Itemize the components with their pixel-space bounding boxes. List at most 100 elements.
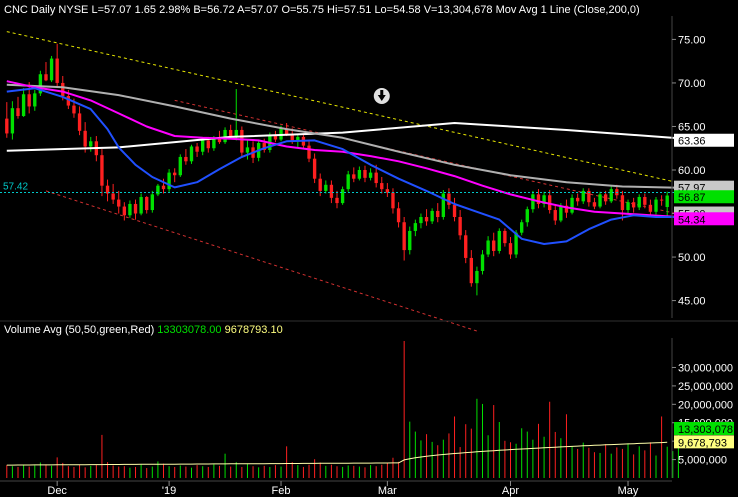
candle-body	[340, 189, 345, 204]
price-box-label: 63.36	[678, 136, 706, 148]
price-tick-label: 70.00	[678, 78, 706, 90]
x-tick-label: Apr	[502, 485, 519, 497]
candle-body	[559, 205, 563, 221]
volume-tick-label: 20,000,000	[678, 399, 733, 411]
volume-tick-label: 25,000,000	[678, 381, 733, 393]
candle-body	[620, 195, 625, 211]
candle-body	[89, 141, 93, 147]
candle-body	[553, 210, 557, 221]
candle-body	[492, 240, 496, 251]
volume: V=13,304,678	[424, 4, 493, 16]
candle-body	[44, 74, 48, 81]
ask: A=57.07	[237, 4, 278, 16]
candle-body	[419, 217, 423, 224]
candle-body	[77, 113, 82, 131]
volume-study-label: Volume Avg (50,50,green,Red)	[4, 324, 154, 336]
candle-body	[5, 118, 9, 134]
candle-body	[324, 184, 328, 191]
volume-avg-value: 9678793.10	[225, 324, 283, 336]
price-box: 54.34	[674, 212, 734, 226]
candle-body	[637, 196, 641, 208]
symbol: CNC	[4, 4, 28, 16]
candle-body	[424, 217, 429, 222]
candle-body	[122, 206, 127, 216]
candle-body	[458, 217, 462, 236]
candle-body	[240, 129, 244, 153]
candle-body	[475, 270, 479, 284]
interval: Daily	[31, 4, 56, 16]
candle-body	[117, 199, 121, 207]
price-header: CNC Daily NYSE L=57.07 1.65 2.98% B=56.7…	[4, 4, 640, 16]
price-box-label: 56.87	[678, 192, 706, 204]
volume-box: 9,678,793	[674, 435, 734, 449]
x-tick-label: Feb	[272, 485, 291, 497]
candle-body	[441, 193, 446, 218]
change-pct: 2.98%	[159, 4, 190, 16]
candle-body	[357, 170, 362, 179]
candle-body	[486, 240, 490, 255]
candle	[654, 196, 658, 215]
candle-body	[72, 105, 76, 114]
exchange: NYSE	[58, 4, 88, 16]
candle-body	[363, 170, 367, 178]
volume-header: Volume Avg (50,50,green,Red) 13303078.00…	[4, 324, 283, 336]
candle-body	[228, 129, 233, 137]
candle-body	[525, 209, 529, 223]
candle	[38, 70, 43, 96]
candle-body	[570, 197, 574, 213]
candle-body	[173, 172, 177, 176]
price-box: 56.87	[674, 190, 734, 204]
last-price: L=57.07	[91, 4, 131, 16]
candle-body	[145, 196, 149, 211]
high: Hi=57.51	[327, 4, 371, 16]
candle-body	[643, 196, 647, 205]
candle-body	[436, 210, 440, 218]
candle-body	[150, 194, 154, 211]
candle-body	[592, 202, 597, 207]
candle-body	[430, 210, 434, 222]
x-tick-label: '19	[162, 485, 176, 497]
candle-body	[631, 202, 636, 208]
candle-body	[100, 155, 104, 186]
x-tick-label: May	[618, 485, 639, 497]
candle-body	[346, 174, 350, 190]
candle-body	[296, 136, 300, 141]
open: O=55.75	[281, 4, 324, 16]
candle-body	[10, 108, 15, 134]
candle-body	[508, 243, 513, 255]
candle-body	[318, 178, 322, 191]
horizontal-line-label: 57.42	[3, 181, 28, 192]
candle-body	[480, 254, 485, 271]
price-box-label: 54.34	[678, 214, 706, 226]
candle-body	[654, 199, 658, 212]
candle-body	[167, 172, 171, 190]
candle-body	[178, 156, 182, 176]
candle-body	[396, 208, 401, 223]
candle-body	[61, 82, 65, 96]
candle-body	[139, 196, 143, 214]
candle-body	[352, 174, 356, 179]
price-tick-label: 45.00	[678, 296, 706, 308]
candle-body	[391, 192, 395, 209]
candle-body	[648, 204, 653, 212]
candle-body	[503, 230, 507, 244]
price-tick-label: 65.00	[678, 121, 706, 133]
candle-body	[279, 128, 283, 140]
candle-body	[33, 93, 37, 107]
candle-body	[374, 172, 378, 184]
candle-body	[497, 230, 501, 251]
study-label: Mov Avg 1 Line (Close,200,0)	[496, 4, 640, 16]
candle-body	[626, 202, 630, 211]
candle-body	[312, 158, 317, 179]
price-tick-label: 75.00	[678, 34, 706, 46]
candle-body	[575, 197, 580, 202]
candle-body	[329, 184, 334, 198]
candle-body	[665, 195, 669, 207]
candle-body	[408, 230, 412, 251]
candle-body	[531, 194, 535, 210]
candle-body	[464, 235, 468, 258]
candle-body	[307, 145, 311, 159]
candle	[340, 186, 345, 205]
volume-tick-label: 30,000,000	[678, 362, 733, 374]
candle-body	[184, 156, 188, 162]
